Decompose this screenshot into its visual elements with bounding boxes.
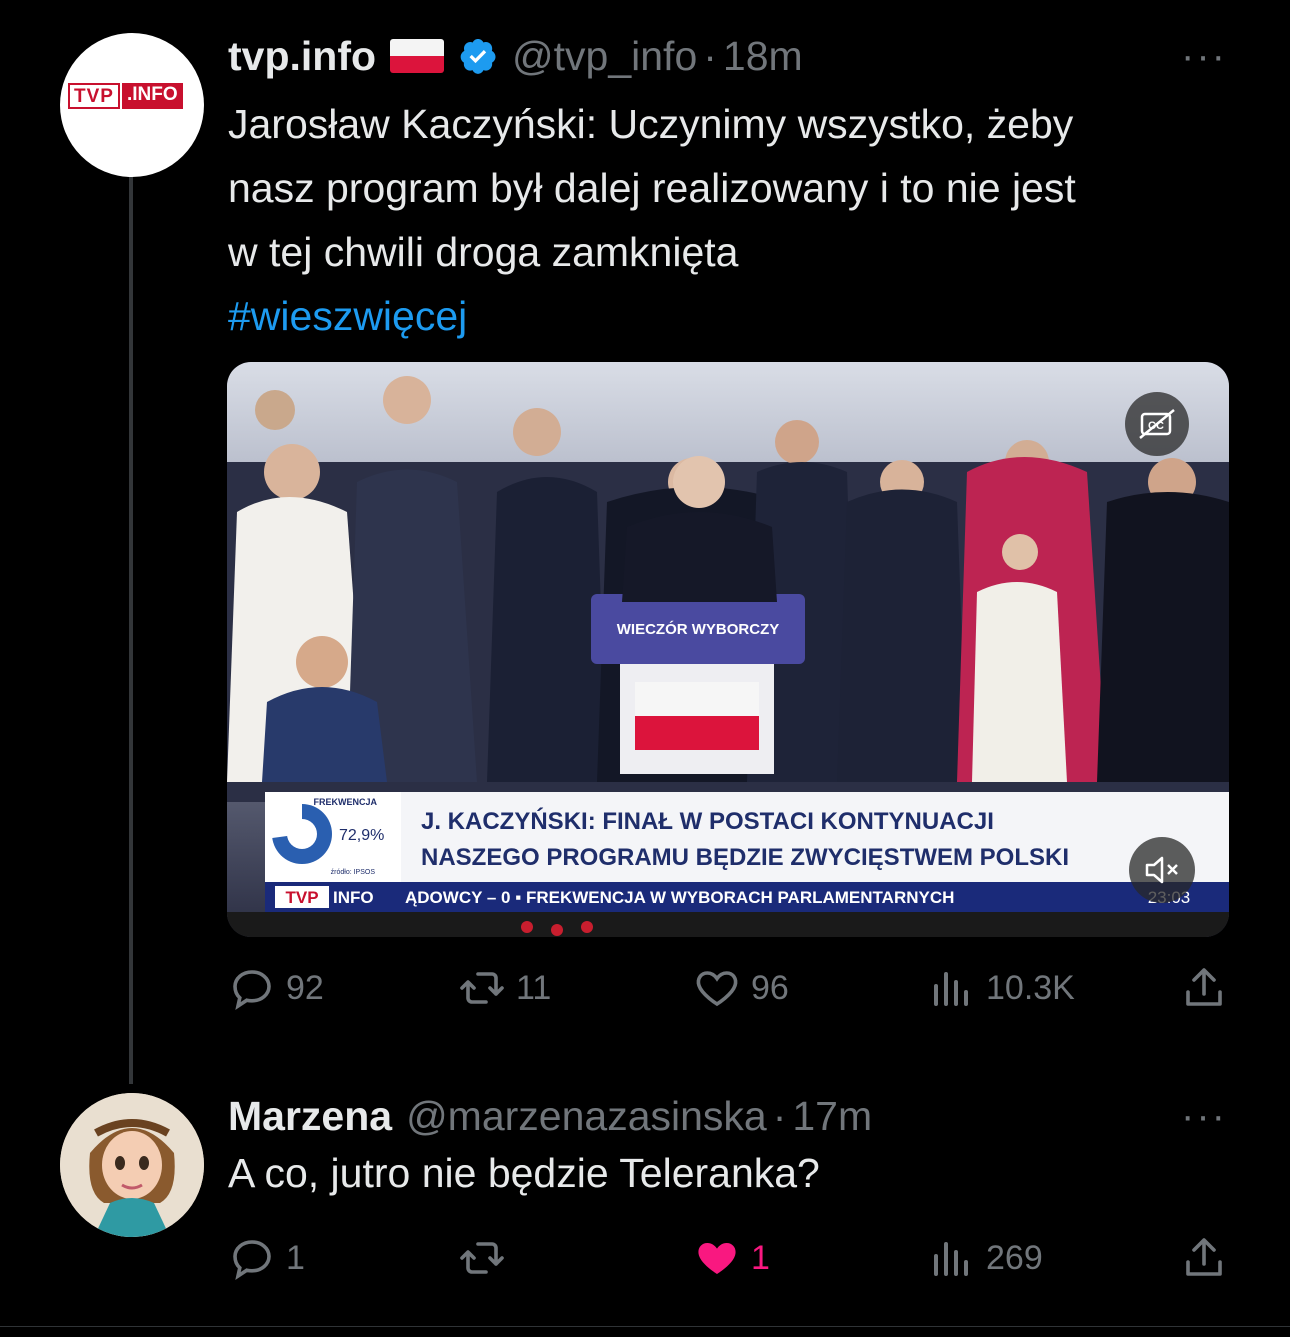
display-name[interactable]: Marzena bbox=[228, 1093, 392, 1140]
speaker-muted-icon bbox=[1145, 856, 1178, 884]
closed-captions-button[interactable]: CC bbox=[1125, 392, 1189, 456]
turnout-value: 72,9% bbox=[339, 827, 384, 844]
like-button[interactable]: 96 bbox=[693, 964, 789, 1012]
retweet-count: 11 bbox=[516, 968, 552, 1007]
podium-flag-red bbox=[635, 716, 759, 750]
tweet-text-line: nasz program był dalej realizowany i to … bbox=[228, 165, 1076, 211]
more-options-icon[interactable]: ··· bbox=[1181, 34, 1227, 79]
tweet-video[interactable]: WIECZÓR WYBORCZY FREKWENCJA 72,9% źródło… bbox=[227, 362, 1229, 937]
heart-icon bbox=[696, 971, 738, 1007]
tweet-header: tvp.info @tvp_info · 18m bbox=[228, 28, 803, 84]
views-count: 10.3K bbox=[986, 968, 1075, 1007]
ticker-text: ĄDOWCY – 0 ▪ FREKWENCJA W WYBORACH PARLA… bbox=[405, 888, 954, 907]
podium-sign-text: WIECZÓR WYBORCZY bbox=[617, 620, 780, 638]
reply-button[interactable]: 92 bbox=[228, 964, 324, 1012]
like-count: 96 bbox=[751, 968, 789, 1007]
timestamp[interactable]: 18m bbox=[723, 33, 803, 80]
logo-text-info: .INFO bbox=[121, 83, 183, 109]
reply-count: 1 bbox=[286, 1238, 305, 1277]
logo-text-tvp: TVP bbox=[68, 83, 120, 109]
verified-badge-icon bbox=[460, 39, 496, 74]
reply-icon bbox=[233, 970, 271, 1010]
cartoon-avatar-image bbox=[60, 1093, 204, 1237]
heart-filled-icon bbox=[698, 1243, 736, 1274]
avatar-tvp-info[interactable]: TVP .INFO bbox=[60, 33, 204, 177]
podium-flag-white bbox=[635, 682, 759, 716]
retweet-icon bbox=[460, 1242, 504, 1274]
reply-icon bbox=[233, 1240, 271, 1280]
headline-line-2: NASZEGO PROGRAMU BĘDZIE ZWYCIĘSTWEM POLS… bbox=[421, 844, 1069, 871]
reply-button[interactable]: 1 bbox=[228, 1234, 305, 1282]
hashtag-link[interactable]: #wieszwięcej bbox=[228, 284, 1238, 348]
ticker-brand-info: INFO bbox=[333, 888, 374, 907]
retweet-icon bbox=[460, 972, 504, 1004]
tweet-text-line: Jarosław Kaczyński: Uczynimy wszystko, ż… bbox=[228, 101, 1074, 147]
retweet-button[interactable] bbox=[458, 1234, 516, 1282]
retweet-button[interactable]: 11 bbox=[458, 964, 551, 1012]
divider bbox=[0, 1326, 1290, 1327]
share-icon bbox=[1186, 968, 1222, 1006]
closed-captions-off-icon: CC bbox=[1139, 409, 1175, 439]
tweet-text-line: w tej chwili droga zamknięta bbox=[228, 229, 739, 275]
share-icon bbox=[1186, 1238, 1222, 1276]
avatar-marzena[interactable] bbox=[60, 1093, 204, 1237]
reply-tweet-text: A co, jutro nie będzie Teleranka? bbox=[228, 1150, 820, 1196]
views-button[interactable]: 10.3K bbox=[928, 964, 1075, 1012]
poland-flag-icon bbox=[390, 39, 445, 73]
separator-dot: · bbox=[703, 32, 717, 79]
reply-header: Marzena @marzenazasinska · 17m bbox=[228, 1088, 872, 1144]
views-bar-chart-icon bbox=[934, 1242, 968, 1276]
turnout-source: źródło: IPSOS bbox=[331, 869, 376, 876]
mute-button[interactable] bbox=[1129, 837, 1195, 903]
separator-dot: · bbox=[772, 1092, 787, 1139]
headline-line-1: J. KACZYŃSKI: FINAŁ W POSTACI KONTYNUACJ… bbox=[421, 807, 994, 835]
tweet-text: Jarosław Kaczyński: Uczynimy wszystko, ż… bbox=[228, 92, 1238, 348]
handle[interactable]: @tvp_info bbox=[512, 33, 697, 80]
views-count: 269 bbox=[986, 1238, 1043, 1277]
views-bar-chart-icon bbox=[934, 972, 968, 1006]
views-button[interactable]: 269 bbox=[928, 1234, 1043, 1282]
display-name[interactable]: tvp.info bbox=[228, 33, 376, 80]
reply-count: 92 bbox=[286, 968, 324, 1007]
like-count: 1 bbox=[751, 1238, 770, 1277]
turnout-label: FREKWENCJA bbox=[313, 797, 377, 807]
ticker-brand-tvp: TVP bbox=[285, 888, 318, 907]
video-frame: WIECZÓR WYBORCZY FREKWENCJA 72,9% źródło… bbox=[227, 362, 1229, 937]
like-button-active[interactable]: 1 bbox=[693, 1234, 770, 1282]
share-button[interactable] bbox=[1180, 1234, 1228, 1282]
share-button[interactable] bbox=[1180, 964, 1228, 1012]
tvp-info-logo: TVP .INFO bbox=[68, 83, 196, 109]
more-options-icon[interactable]: ··· bbox=[1181, 1094, 1227, 1139]
handle[interactable]: @marzenazasinska bbox=[406, 1093, 767, 1140]
thread-connector-line bbox=[129, 172, 133, 1084]
timestamp[interactable]: 17m bbox=[792, 1093, 872, 1140]
